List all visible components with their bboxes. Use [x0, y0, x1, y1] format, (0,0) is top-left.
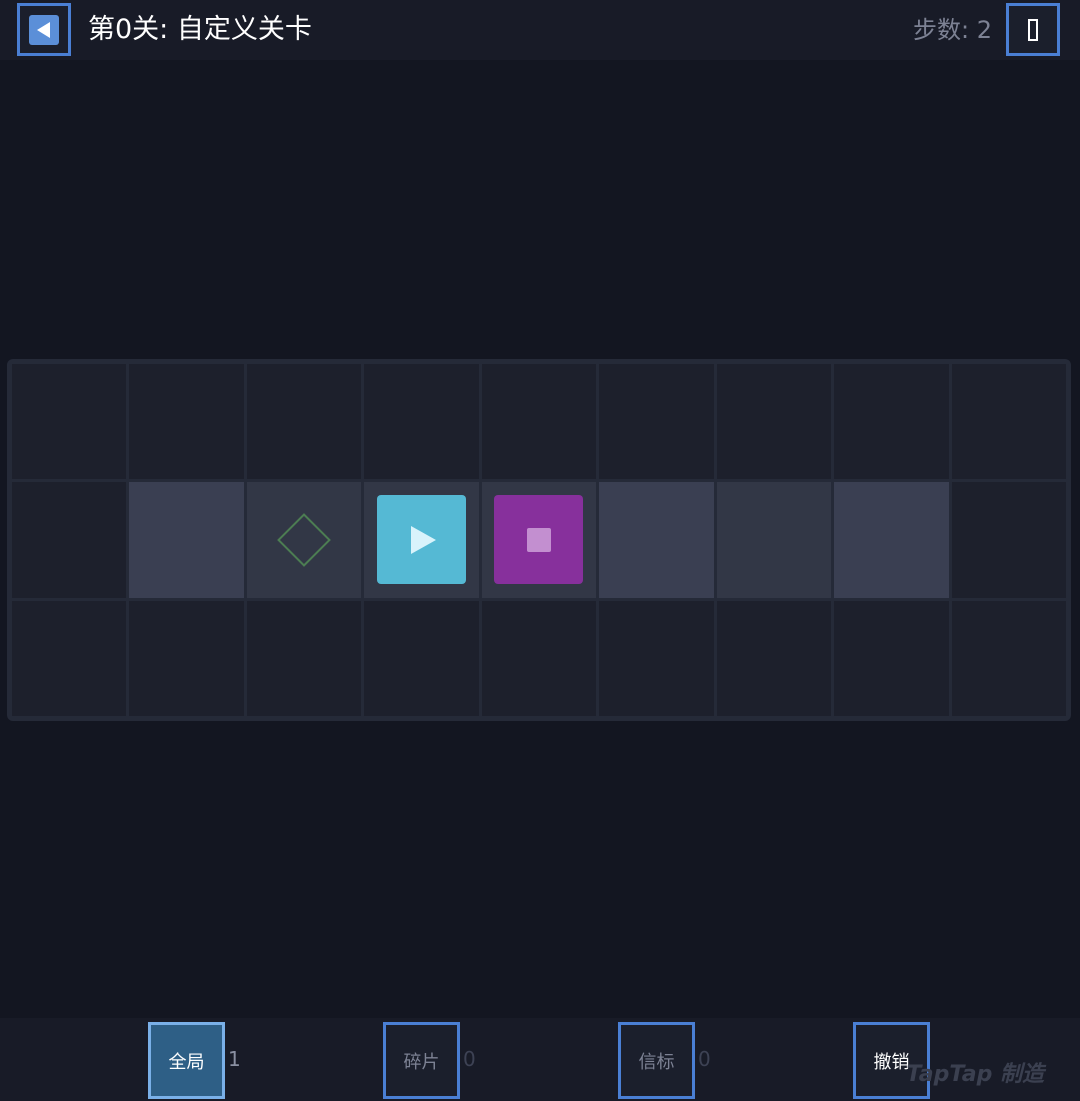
- board-cell[interactable]: [481, 600, 597, 716]
- board-cell[interactable]: [12, 482, 127, 598]
- beacon-count: 0: [698, 1047, 711, 1071]
- menu-icon: [1028, 18, 1038, 41]
- board-cell[interactable]: [716, 600, 832, 716]
- taptap-watermark: TapTap 制造: [906, 1062, 1044, 1087]
- board-cell[interactable]: [12, 364, 127, 480]
- board-cell[interactable]: [716, 482, 832, 598]
- level-title: 第0关: 自定义关卡: [88, 14, 312, 45]
- board-cell[interactable]: [246, 482, 362, 598]
- beacon-button[interactable]: 信标: [618, 1022, 695, 1099]
- board-cell[interactable]: [364, 364, 479, 480]
- board-cell[interactable]: [12, 600, 127, 716]
- board-cell[interactable]: [716, 364, 832, 480]
- board-cell[interactable]: [599, 364, 714, 480]
- board-cell[interactable]: [834, 482, 949, 598]
- board-cell[interactable]: [129, 600, 244, 716]
- board-cell[interactable]: [364, 600, 479, 716]
- player-block[interactable]: [377, 495, 467, 585]
- back-button[interactable]: [17, 3, 71, 56]
- step-counter: 步数: 2: [913, 16, 992, 44]
- fragment-button[interactable]: 碎片: [383, 1022, 460, 1099]
- board-grid: [12, 364, 1066, 716]
- board-cell[interactable]: [129, 482, 244, 598]
- board-cell[interactable]: [599, 482, 714, 598]
- back-arrow-icon: [29, 14, 59, 45]
- board-cell[interactable]: [951, 482, 1066, 598]
- menu-button[interactable]: [1006, 3, 1060, 56]
- global-button[interactable]: 全局: [148, 1022, 225, 1099]
- diamond-goal-icon: [277, 513, 331, 567]
- board-cell[interactable]: [364, 482, 479, 598]
- board-cell[interactable]: [246, 600, 362, 716]
- bottom-toolbar: 全局 1 碎片 0 信标 0 撤销 TapTap 制造: [0, 1018, 1080, 1101]
- box-block[interactable]: [494, 495, 584, 585]
- game-screen: 第0关: 自定义关卡 步数: 2 全局 1 碎片 0 信标 0 撤销 TapTa…: [0, 0, 1080, 1101]
- board-cell[interactable]: [834, 364, 949, 480]
- game-board: [7, 359, 1071, 721]
- board-cell[interactable]: [129, 364, 244, 480]
- board-cell[interactable]: [951, 600, 1066, 716]
- global-count: 1: [228, 1047, 241, 1071]
- board-cell[interactable]: [246, 364, 362, 480]
- board-cell[interactable]: [951, 364, 1066, 480]
- fragment-count: 0: [463, 1047, 476, 1071]
- board-cell[interactable]: [834, 600, 949, 716]
- board-cell[interactable]: [481, 482, 597, 598]
- board-cell[interactable]: [481, 364, 597, 480]
- top-bar: 第0关: 自定义关卡 步数: 2: [0, 0, 1080, 60]
- box-icon: [526, 527, 551, 552]
- board-cell[interactable]: [599, 600, 714, 716]
- play-arrow-icon: [410, 525, 436, 554]
